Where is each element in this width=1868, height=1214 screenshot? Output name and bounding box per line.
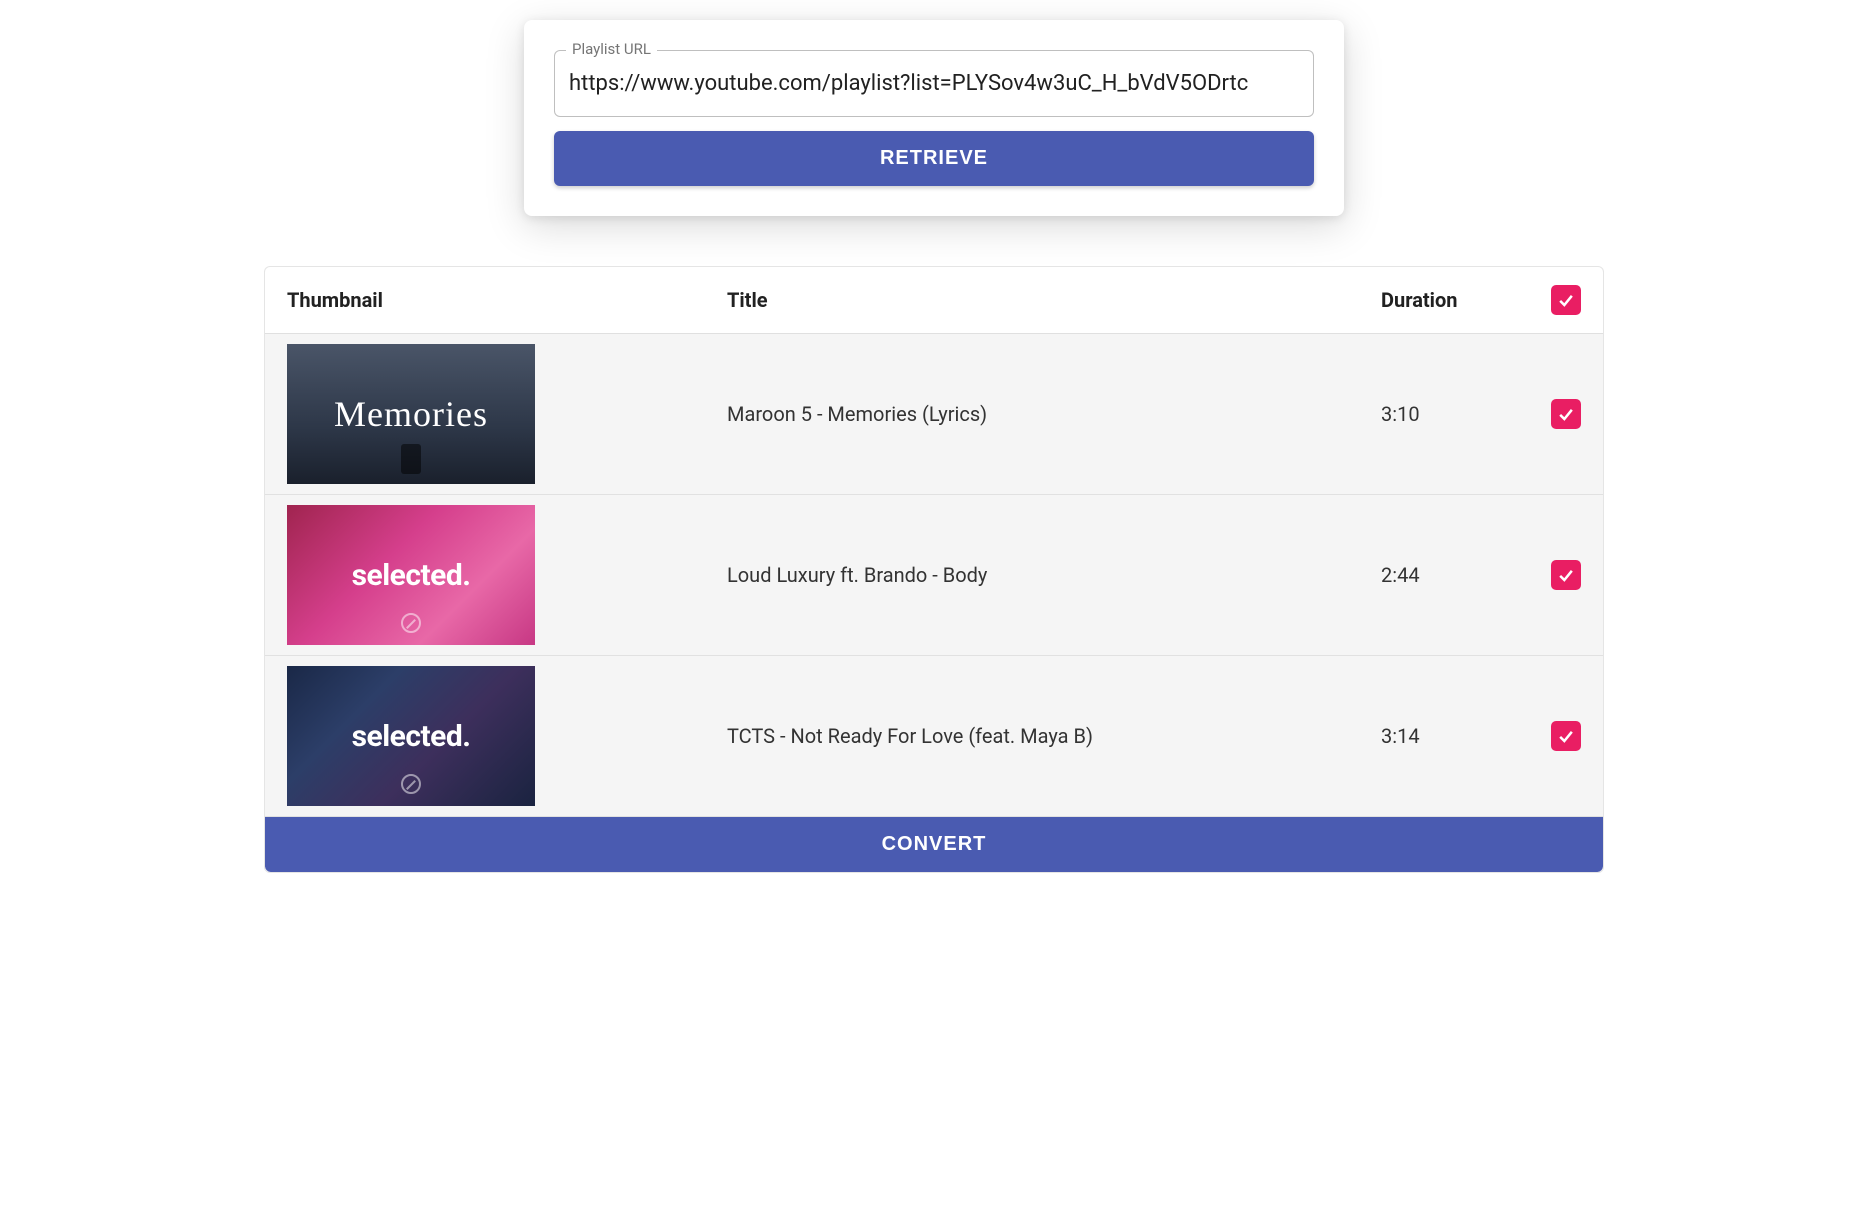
- header-title: Title: [705, 267, 1359, 334]
- cell-duration: 3:10: [1359, 334, 1529, 495]
- cell-title: TCTS - Not Ready For Love (feat. Maya B): [705, 656, 1359, 817]
- check-icon: [1556, 726, 1576, 746]
- url-input-wrapper: Playlist URL: [554, 50, 1314, 117]
- cell-duration: 3:14: [1359, 656, 1529, 817]
- cell-thumbnail: Memories: [265, 334, 705, 495]
- cell-thumbnail: selected.: [265, 656, 705, 817]
- brand-icon: [401, 774, 421, 794]
- select-all-checkbox[interactable]: [1551, 285, 1581, 315]
- results-table-card: Thumbnail Title Duration Memories Maroon…: [264, 266, 1604, 873]
- thumbnail-text: selected.: [352, 719, 471, 754]
- results-table: Thumbnail Title Duration Memories Maroon…: [265, 267, 1603, 817]
- video-thumbnail: selected.: [287, 505, 535, 645]
- cell-title: Maroon 5 - Memories (Lyrics): [705, 334, 1359, 495]
- retrieve-button[interactable]: RETRIEVE: [554, 131, 1314, 186]
- cell-title: Loud Luxury ft. Brando - Body: [705, 495, 1359, 656]
- check-icon: [1556, 404, 1576, 424]
- check-icon: [1556, 290, 1576, 310]
- row-checkbox[interactable]: [1551, 721, 1581, 751]
- table-header-row: Thumbnail Title Duration: [265, 267, 1603, 334]
- check-icon: [1556, 565, 1576, 585]
- row-checkbox[interactable]: [1551, 399, 1581, 429]
- table-row: selected. TCTS - Not Ready For Love (fea…: [265, 656, 1603, 817]
- playlist-url-input[interactable]: [554, 50, 1314, 117]
- cell-duration: 2:44: [1359, 495, 1529, 656]
- url-input-label: Playlist URL: [566, 40, 657, 58]
- video-thumbnail: selected.: [287, 666, 535, 806]
- thumbnail-text: selected.: [352, 558, 471, 593]
- thumbnail-text: Memories: [334, 393, 488, 435]
- cell-checkbox: [1529, 334, 1603, 495]
- header-duration: Duration: [1359, 267, 1529, 334]
- video-thumbnail: Memories: [287, 344, 535, 484]
- brand-icon: [401, 613, 421, 633]
- table-row: Memories Maroon 5 - Memories (Lyrics) 3:…: [265, 334, 1603, 495]
- cell-thumbnail: selected.: [265, 495, 705, 656]
- header-thumbnail: Thumbnail: [265, 267, 705, 334]
- row-checkbox[interactable]: [1551, 560, 1581, 590]
- cell-checkbox: [1529, 656, 1603, 817]
- table-row: selected. Loud Luxury ft. Brando - Body …: [265, 495, 1603, 656]
- header-select-all: [1529, 267, 1603, 334]
- cell-checkbox: [1529, 495, 1603, 656]
- convert-button[interactable]: CONVERT: [265, 817, 1603, 872]
- url-input-card: Playlist URL RETRIEVE: [524, 20, 1344, 216]
